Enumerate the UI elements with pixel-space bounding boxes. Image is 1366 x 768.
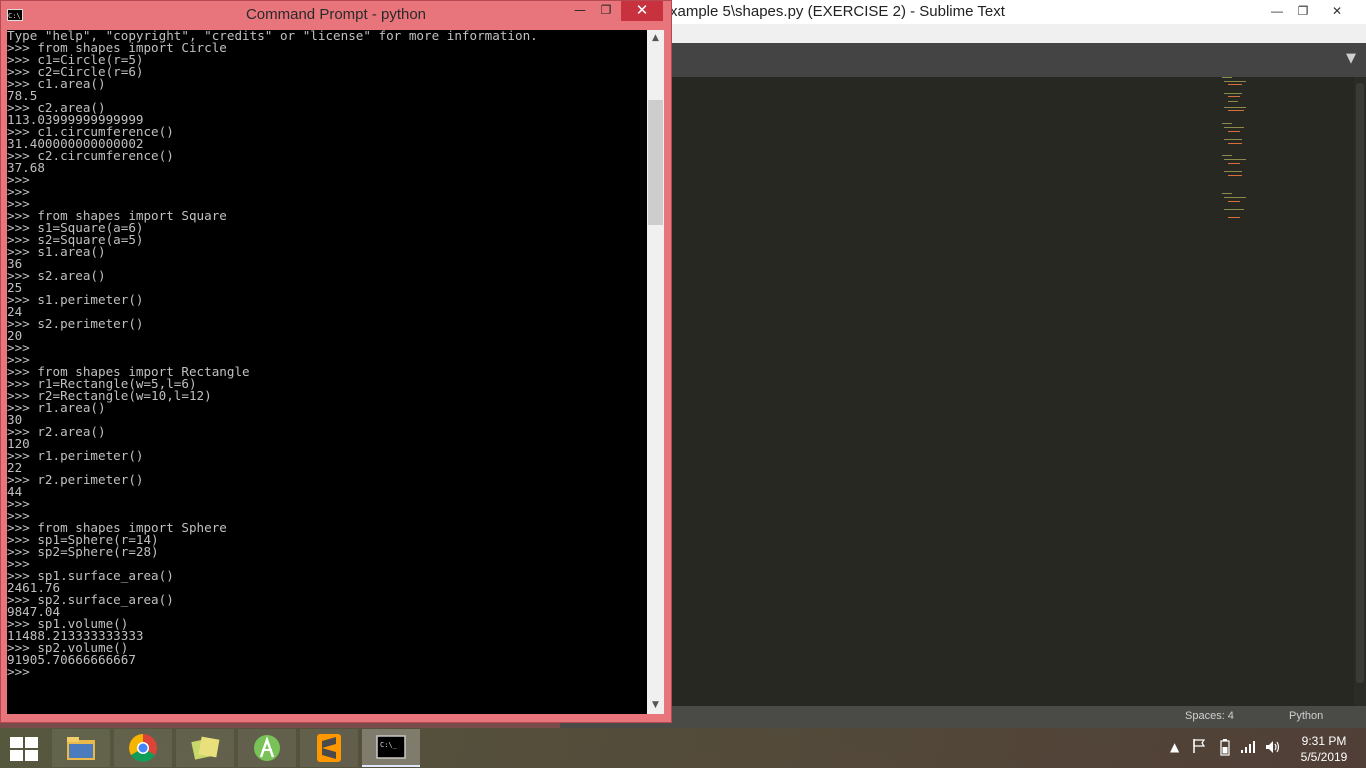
sublime-tabbar: ▼: [560, 43, 1366, 77]
photos-icon[interactable]: [176, 729, 234, 767]
chrome-icon[interactable]: [114, 729, 172, 767]
clock-date: 5/5/2019: [1300, 750, 1348, 764]
cmd-maximize-button[interactable]: ❐: [595, 1, 617, 21]
sublime-menubar: [560, 24, 1366, 43]
tab-dropdown-icon[interactable]: ▼: [1346, 51, 1356, 66]
syntax-status[interactable]: Python: [1289, 710, 1323, 722]
file-explorer-icon[interactable]: [52, 729, 110, 767]
scroll-up-icon[interactable]: ▲: [647, 30, 664, 47]
console-text: Type "help", "copyright", "credits" or "…: [7, 30, 538, 679]
clock-time: 9:31 PM: [1301, 734, 1347, 748]
android-studio-icon[interactable]: [238, 729, 296, 767]
sublime-maximize-button[interactable]: ❐: [1286, 0, 1320, 24]
cmd-taskbar-glyph: C:\_: [380, 741, 398, 749]
command-prompt-icon[interactable]: C:\_: [362, 729, 420, 767]
volume-icon[interactable]: [1264, 739, 1280, 758]
sublime-window-title: xample 5\shapes.py (EXERCISE 2) - Sublim…: [670, 3, 1005, 20]
sublime-editor[interactable]: [560, 77, 1366, 706]
sublime-scroll-thumb[interactable]: [1356, 83, 1364, 683]
sublime-titlebar[interactable]: xample 5\shapes.py (EXERCISE 2) - Sublim…: [560, 0, 1366, 24]
sublime-statusbar: Spaces: 4 Python: [560, 706, 1366, 728]
indentation-status[interactable]: Spaces: 4: [1185, 710, 1234, 722]
action-center-flag-icon[interactable]: [1192, 738, 1206, 757]
minimap[interactable]: [1222, 77, 1252, 227]
cmd-close-button[interactable]: ✕: [621, 1, 663, 21]
network-signal-icon[interactable]: [1240, 740, 1256, 757]
taskbar: C:\_ ▲ 9:31 PM 5/5/2019: [0, 728, 1366, 768]
windows-start-icon[interactable]: [10, 737, 38, 761]
cmd-scrollbar[interactable]: ▲ ▼: [647, 30, 664, 714]
sublime-text-window[interactable]: xample 5\shapes.py (EXERCISE 2) - Sublim…: [560, 0, 1366, 728]
show-hidden-icons-icon[interactable]: ▲: [1170, 740, 1179, 754]
scroll-down-icon[interactable]: ▼: [647, 697, 664, 714]
sublime-scrollbar[interactable]: [1354, 77, 1366, 706]
sublime-text-icon[interactable]: [300, 729, 358, 767]
cmd-minimize-button[interactable]: —: [569, 1, 591, 21]
command-prompt-window[interactable]: C:\. Command Prompt - python — ❐ ✕ Type …: [0, 0, 672, 723]
sublime-close-button[interactable]: ✕: [1320, 0, 1354, 24]
taskbar-clock[interactable]: 9:31 PM 5/5/2019: [1292, 733, 1356, 765]
cmd-titlebar[interactable]: C:\. Command Prompt - python — ❐ ✕: [1, 1, 671, 30]
cmd-scroll-thumb[interactable]: [648, 100, 663, 225]
console-output[interactable]: Type "help", "copyright", "credits" or "…: [7, 30, 647, 714]
battery-icon[interactable]: [1220, 738, 1230, 759]
